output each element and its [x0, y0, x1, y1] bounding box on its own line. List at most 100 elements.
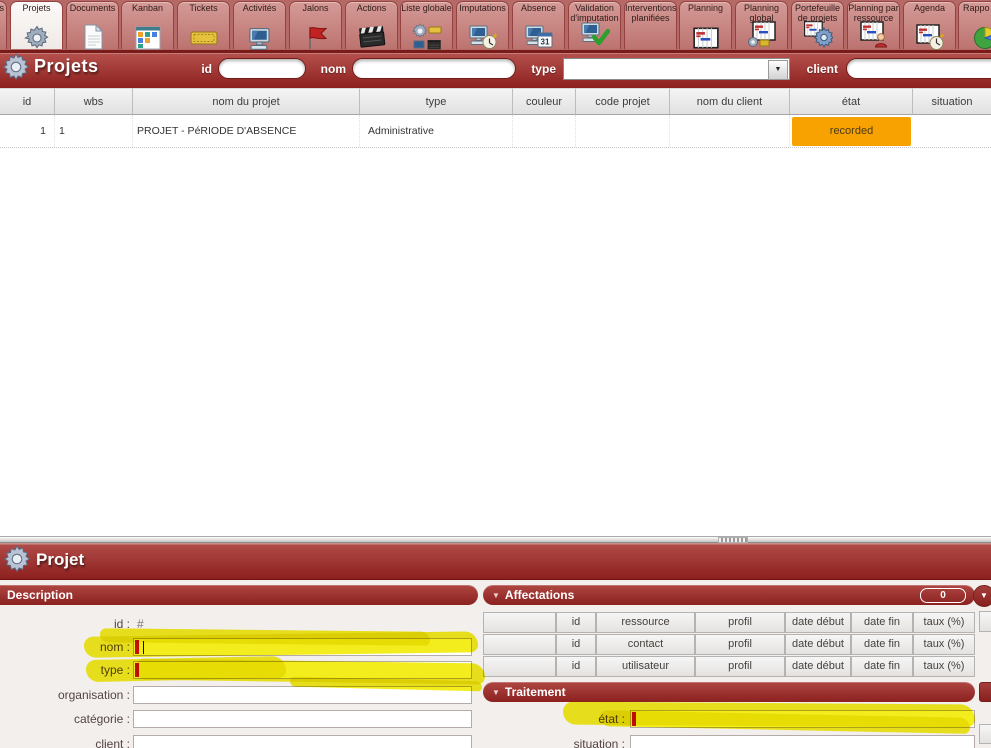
- tab-documents[interactable]: Documents: [66, 1, 119, 49]
- aff-ressource-col-date-debut[interactable]: date début: [785, 612, 851, 633]
- aff-utilisateur-col-taux[interactable]: taux (%): [913, 656, 975, 677]
- column-header-couleur[interactable]: couleur: [513, 88, 576, 115]
- gantt-person-icon: [848, 24, 899, 48]
- collapse-caret-icon: ▼: [492, 586, 500, 606]
- tab-activites[interactable]: Activités: [233, 1, 286, 49]
- tab-partial[interactable]: s: [0, 1, 7, 49]
- client-label: client :: [10, 737, 130, 748]
- cell-couleur: [513, 115, 576, 147]
- tab-planning[interactable]: Planning: [679, 1, 732, 49]
- section-affectations-heading: Affectations: [505, 588, 574, 602]
- tab-label: Jalons: [290, 2, 341, 24]
- splitter[interactable]: [0, 536, 991, 543]
- type-filter-label: type: [524, 62, 556, 76]
- type-input[interactable]: [133, 661, 472, 679]
- column-header-wbs[interactable]: wbs: [55, 88, 133, 115]
- aff-contact-col-empty[interactable]: [483, 634, 556, 655]
- tab-kanban[interactable]: Kanban: [121, 1, 174, 49]
- cell-id: 1: [0, 115, 55, 147]
- organisation-label: organisation :: [10, 688, 130, 702]
- client-input[interactable]: [133, 735, 472, 748]
- type-filter-select[interactable]: ▼: [563, 58, 790, 80]
- categorie-label: catégorie :: [10, 712, 130, 726]
- column-header-situation[interactable]: situation: [913, 88, 991, 115]
- tab-portefeuille-de-projets[interactable]: Portefeuille de projets: [791, 1, 844, 49]
- aff-ressource-col-taux[interactable]: taux (%): [913, 612, 975, 633]
- column-header-type[interactable]: type: [360, 88, 513, 115]
- column-header-nom-du-client[interactable]: nom du client: [670, 88, 790, 115]
- aff-ressource-col-ressource[interactable]: ressource: [596, 612, 695, 633]
- aff-utilisateur-col-utilisateur[interactable]: utilisateur: [596, 656, 695, 677]
- svg-text:31: 31: [540, 38, 549, 47]
- aff-contact-col-id[interactable]: id: [556, 634, 596, 655]
- section-traitement[interactable]: ▼Traitement: [483, 682, 975, 702]
- tab-planning-par-ressource[interactable]: Planning par ressource: [847, 1, 900, 49]
- column-header-nom-du-projet[interactable]: nom du projet: [133, 88, 360, 115]
- collapse-caret-icon: ▼: [492, 683, 500, 703]
- tab-label: Projets: [11, 2, 62, 24]
- app-window: s Projets Documents Kanban Tickets Activ…: [0, 0, 991, 748]
- organisation-input[interactable]: [133, 686, 472, 704]
- cell-nom-du-projet: PROJET - PéRIODE D'ABSENCE: [133, 115, 360, 147]
- tab-interventions-planifiees[interactable]: Interventions planifiées: [624, 1, 677, 49]
- detail-title: Projet: [36, 550, 84, 570]
- nom-input[interactable]: [133, 638, 472, 656]
- tab-tickets[interactable]: Tickets: [177, 1, 230, 49]
- aff-ressource-col-date-fin[interactable]: date fin: [851, 612, 913, 633]
- column-header-code-projet[interactable]: code projet: [576, 88, 670, 115]
- aff-contact-col-contact[interactable]: contact: [596, 634, 695, 655]
- cell-situation: [913, 115, 991, 147]
- clipped-cell-stub: [979, 611, 991, 632]
- aff-contact-col-profil[interactable]: profil: [695, 634, 785, 655]
- column-header-id[interactable]: id: [0, 88, 55, 115]
- required-marker: [135, 640, 139, 654]
- aff-utilisateur-col-date-debut[interactable]: date début: [785, 656, 851, 677]
- aff-utilisateur-col-date-fin[interactable]: date fin: [851, 656, 913, 677]
- section-description[interactable]: Description: [0, 585, 478, 605]
- gantt-gear-icon: [736, 24, 787, 48]
- tab-imputations[interactable]: Imputations: [456, 1, 509, 49]
- situation-input[interactable]: [630, 735, 975, 748]
- etat-input[interactable]: [630, 710, 975, 728]
- tab-liste-globale[interactable]: Liste globale: [400, 1, 453, 49]
- portfolio-gear-icon: [792, 24, 843, 48]
- id-filter-label: id: [180, 62, 212, 76]
- cell-wbs: 1: [55, 115, 133, 147]
- aff-contact-col-date-debut[interactable]: date début: [785, 634, 851, 655]
- aff-contact-col-date-fin[interactable]: date fin: [851, 634, 913, 655]
- aff-utilisateur-col-id[interactable]: id: [556, 656, 596, 677]
- tab-absence[interactable]: Absence 31: [512, 1, 565, 49]
- table-row[interactable]: 1 1 PROJET - PéRIODE D'ABSENCE Administr…: [0, 115, 991, 148]
- required-marker: [632, 712, 636, 726]
- tab-jalons[interactable]: Jalons: [289, 1, 342, 49]
- tab-rapports[interactable]: Rappo: [958, 1, 991, 49]
- section-affectations[interactable]: ▼ Affectations: [483, 585, 975, 605]
- aff-contact-col-taux[interactable]: taux (%): [913, 634, 975, 655]
- column-header-etat[interactable]: état: [790, 88, 913, 115]
- tab-label: Imputations: [457, 2, 508, 24]
- client-filter-input[interactable]: [846, 58, 991, 79]
- chevron-down-icon[interactable]: ▼: [768, 60, 788, 80]
- aff-utilisateur-col-empty[interactable]: [483, 656, 556, 677]
- aff-utilisateur-col-profil[interactable]: profil: [695, 656, 785, 677]
- ticket-icon: [178, 24, 229, 51]
- categorie-input[interactable]: [133, 710, 472, 728]
- aff-ressource-col-id[interactable]: id: [556, 612, 596, 633]
- aff-ressource-col-profil[interactable]: profil: [695, 612, 785, 633]
- required-marker: [135, 663, 139, 677]
- blank-icon: [625, 24, 676, 51]
- gantt-icon: [680, 24, 731, 51]
- id-value: #: [137, 617, 144, 631]
- tab-planning-global[interactable]: Planning global: [735, 1, 788, 49]
- tab-label: Interventions planifiées: [625, 2, 676, 24]
- aff-ressource-col-empty[interactable]: [483, 612, 556, 633]
- id-filter-input[interactable]: [218, 58, 306, 79]
- document-icon: [67, 24, 118, 51]
- nom-filter-input[interactable]: [352, 58, 516, 79]
- tab-actions[interactable]: Actions: [345, 1, 398, 49]
- tab-validation-imputation[interactable]: Validation d'imputation: [568, 1, 621, 49]
- tab-agenda[interactable]: Agenda: [903, 1, 956, 49]
- clipped-cell-stub: [979, 724, 991, 744]
- tab-projets[interactable]: Projets: [10, 1, 63, 49]
- collapse-round-button[interactable]: ▼: [973, 585, 991, 607]
